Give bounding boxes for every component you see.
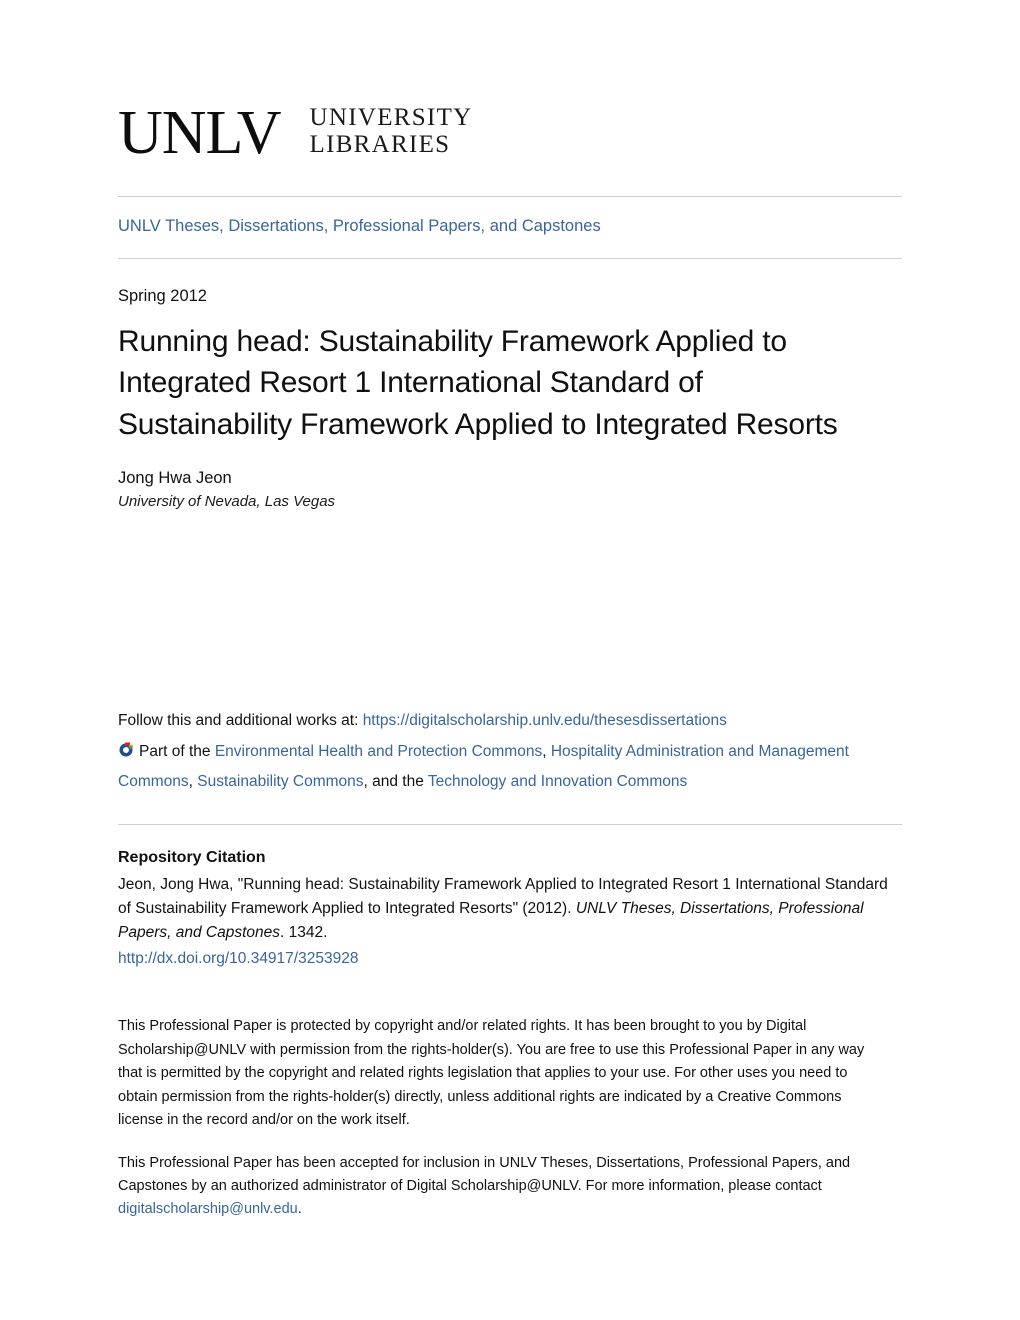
author-name: Jong Hwa Jeon xyxy=(118,469,232,488)
unlv-wordmark: UNLV xyxy=(118,98,282,167)
follow-works-prefix: Follow this and additional works at: xyxy=(118,711,363,729)
cover-page: UNLV UNIVERSITY LIBRARIES UNLV Theses, D… xyxy=(0,0,1020,1320)
follow-works-block: Follow this and additional works at: htt… xyxy=(118,513,902,796)
collection-link[interactable]: UNLV Theses, Dissertations, Professional… xyxy=(118,197,902,237)
digital-commons-network-icon xyxy=(118,739,134,757)
acceptance-text-part-two: . xyxy=(297,1201,302,1218)
unlv-libraries-logo: UNLV UNIVERSITY LIBRARIES xyxy=(118,0,902,167)
page-title: Running head: Sustainability Framework A… xyxy=(118,324,838,441)
author-block: Jong Hwa Jeon University of Nevada, Las … xyxy=(118,445,902,513)
discipline-separator-2: , and the xyxy=(363,772,428,790)
citation-part-two: . 1342. xyxy=(280,924,328,942)
acceptance-text-part-one: This Professional Paper has been accepte… xyxy=(118,1154,851,1194)
citation-doi-link[interactable]: http://dx.doi.org/10.34917/3253928 xyxy=(118,947,358,971)
contact-email-link[interactable]: digitalscholarship@unlv.edu xyxy=(118,1201,298,1217)
discipline-separator-0: , xyxy=(542,743,551,761)
lockup-line-university: UNIVERSITY xyxy=(309,104,473,131)
follow-works-link[interactable]: https://digitalscholarship.unlv.edu/thes… xyxy=(363,712,727,729)
rights-paragraph-copyright: This Professional Paper is protected by … xyxy=(118,1018,865,1129)
rights-block: This Professional Paper is protected by … xyxy=(118,971,902,1222)
discipline-link-technology-innovation[interactable]: Technology and Innovation Commons xyxy=(428,773,687,790)
follow-works-line: Follow this and additional works at: htt… xyxy=(118,706,902,735)
disciplines-line: Part of the Environmental Health and Pro… xyxy=(118,737,902,796)
libraries-lockup: UNIVERSITY LIBRARIES xyxy=(310,104,473,160)
discipline-separator-1: , xyxy=(188,772,198,790)
citation-heading: Repository Citation xyxy=(118,849,266,867)
publication-date: Spring 2012 xyxy=(118,287,207,306)
repository-citation-block: Repository Citation Jeon, Jong Hwa, "Run… xyxy=(118,825,902,971)
discipline-link-sustainability[interactable]: Sustainability Commons xyxy=(197,773,363,790)
part-of-label: Part of the xyxy=(139,743,215,761)
lockup-line-libraries: LIBRARIES xyxy=(309,131,451,158)
discipline-link-environmental-health[interactable]: Environmental Health and Protection Comm… xyxy=(215,743,542,760)
author-affiliation: University of Nevada, Las Vegas xyxy=(118,492,336,510)
citation-text: Jeon, Jong Hwa, "Running head: Sustainab… xyxy=(118,873,898,945)
rights-paragraph-acceptance: This Professional Paper has been accepte… xyxy=(118,1152,883,1222)
